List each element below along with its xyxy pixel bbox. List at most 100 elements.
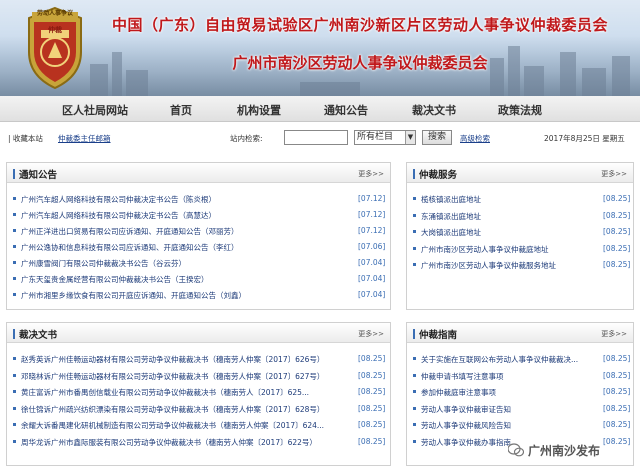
emblem-text-mid: 仲裁: [48, 26, 62, 34]
arbitration-emblem-icon: [28, 6, 82, 90]
list-item[interactable]: 参加仲裁庭审注意事项 [08.25]: [413, 387, 633, 399]
list-item-title[interactable]: 关于实施在互联网公布劳动人事争议仲裁裁决...: [421, 354, 596, 365]
list-item[interactable]: 邓晓林诉广州佳畅运动器材有限公司劳动争议仲裁裁决书（穗南劳人仲案〔2017〕62…: [13, 371, 388, 383]
list-item-title[interactable]: 黄庄富诉广州市番禺创信载业有限公司劳动争议仲裁裁决书（穗南劳人〔2017〕625…: [21, 387, 356, 398]
bullet-icon: [413, 357, 416, 360]
search-button[interactable]: 搜索: [422, 130, 452, 145]
list-item[interactable]: 广州汽车超人网络科技有限公司仲裁决定书公告（陈炎根） [07.12]: [13, 194, 388, 206]
list-item[interactable]: 大岗镇派出庭地址 [08.25]: [413, 227, 633, 239]
list-item-title[interactable]: 徐仕锦诉广州疏兴纺织漂染有限公司劳动争议仲裁裁决书（穗南劳人仲案〔2017〕62…: [21, 404, 356, 415]
list-item-title[interactable]: 广东天玺贵金属经营有限公司仲裁裁决书公告（王揆宏）: [21, 274, 356, 285]
bullet-icon: [13, 213, 16, 216]
list-item-title[interactable]: 广州市南沙区劳动人事争议仲裁服务地址: [421, 260, 596, 271]
list-item[interactable]: 广州市南沙区劳动人事争议仲裁庭地址 [08.25]: [413, 244, 633, 256]
skyline-building: [300, 82, 360, 96]
site-title-line2: 广州市南沙区劳动人事争议仲裁委员会: [232, 54, 488, 72]
bullet-icon: [13, 373, 16, 377]
list-item[interactable]: 东涌镇派出庭地址 [08.25]: [413, 211, 633, 223]
list-item[interactable]: 广州市南沙区劳动人事争议仲裁服务地址 [08.25]: [413, 260, 633, 272]
list-item[interactable]: 广州市湘里乡缘饮食有限公司开庭应诉通知、开庭通知公告（刘鑫） [07.04]: [13, 290, 388, 302]
nav-item-organization[interactable]: 机构设置: [237, 102, 281, 118]
list-item-title[interactable]: 仲裁申请书填写注意事项: [421, 371, 596, 382]
list-item[interactable]: 赵秀英诉广州佳畅运动器材有限公司劳动争议仲裁裁决书（穗南劳人仲案〔2017〕62…: [13, 354, 388, 366]
list-item-title[interactable]: 广州汽车超人网络科技有限公司仲裁决定书公告（陈炎根）: [21, 194, 356, 205]
rulings-more-link[interactable]: 更多>>: [358, 329, 384, 339]
bullet-icon: [413, 263, 416, 266]
emblem-text-top: 劳动人事争议: [36, 10, 73, 17]
list-item[interactable]: 劳动人事争议仲裁风险告知 [08.25]: [413, 420, 633, 432]
list-item[interactable]: 黄庄富诉广州市番禺创信载业有限公司劳动争议仲裁裁决书（穗南劳人〔2017〕625…: [13, 387, 388, 399]
list-item-title[interactable]: 大岗镇派出庭地址: [421, 227, 596, 238]
advanced-search-link[interactable]: 高级检索: [460, 133, 490, 144]
nav-item-notices[interactable]: 通知公告: [324, 102, 368, 118]
services-panel: 仲裁服务 更多>> 榄核镇派出庭地址 [08.25] 东涌镇派出庭地址 [08.25]…: [406, 162, 634, 310]
list-item[interactable]: 关于实施在互联网公布劳动人事争议仲裁裁决... [08.25]: [413, 354, 633, 366]
bullet-icon: [413, 213, 416, 217]
bullet-icon: [13, 197, 16, 200]
category-select[interactable]: 所有栏目 ▼: [354, 130, 416, 145]
site-title-line1: 中国（广东）自由贸易试验区广州南沙新区片区劳动人事争议仲裁委员会: [111, 16, 608, 34]
bullet-icon: [13, 390, 16, 393]
bullet-icon: [13, 357, 16, 360]
services-header: 仲裁服务 更多>>: [407, 163, 633, 183]
bookmark-link[interactable]: | 收藏本站: [8, 133, 43, 144]
bullet-icon: [413, 246, 416, 250]
list-item-title[interactable]: 广州市湘里乡缘饮食有限公司开庭应诉通知、开庭通知公告（刘鑫）: [21, 290, 356, 301]
list-item-title[interactable]: 广州公逸协和信息科技有限公司应诉通知、开庭通知公告（李红）: [21, 242, 356, 253]
list-item-title[interactable]: 广州市南沙区劳动人事争议仲裁庭地址: [421, 244, 596, 255]
list-item-date: [08.25]: [603, 354, 631, 363]
list-item-date: [08.25]: [603, 210, 631, 220]
list-item-title[interactable]: 东涌镇派出庭地址: [421, 211, 596, 222]
list-item-title[interactable]: 广州正洋进出口贸易有限公司应诉通知、开庭通知公告（邓丽芳）: [21, 226, 356, 237]
notices-more-link[interactable]: 更多>>: [358, 169, 384, 179]
list-item-title[interactable]: 劳动人事争议仲裁风险告知: [421, 420, 596, 431]
list-item[interactable]: 劳动人事争议仲裁审证告知 [08.25]: [413, 404, 633, 416]
nav-item-bureau-site[interactable]: 区人社局网站: [62, 102, 128, 118]
nav-item-home[interactable]: 首页: [170, 102, 192, 118]
bullet-icon: [13, 439, 16, 443]
nav-item-rulings[interactable]: 裁决文书: [412, 102, 456, 118]
list-item-date: [08.25]: [358, 403, 386, 413]
list-item[interactable]: 周华龙诉广州市鑫际服装有限公司劳动争议仲裁裁决书（穗南劳人仲案〔2017〕622…: [13, 437, 388, 449]
search-input[interactable]: [284, 130, 348, 145]
list-item-title[interactable]: 广州汽车超人网络科技有限公司仲裁决定书公告（高慧达）: [21, 210, 356, 221]
list-item-date: [08.25]: [603, 370, 631, 380]
bullet-icon: [413, 197, 416, 200]
list-item-title[interactable]: 周华龙诉广州市鑫际服装有限公司劳动争议仲裁裁决书（穗南劳人仲案〔2017〕622…: [21, 437, 356, 448]
list-item-title[interactable]: 邓晓林诉广州佳畅运动器材有限公司劳动争议仲裁裁决书（穗南劳人仲案〔2017〕62…: [21, 371, 356, 382]
list-item-title[interactable]: 劳动人事争议仲裁审证告知: [421, 404, 596, 415]
bullet-icon: [413, 390, 416, 393]
list-item-title[interactable]: 赵秀英诉广州佳畅运动器材有限公司劳动争议仲裁裁决书（穗南劳人仲案〔2017〕62…: [21, 354, 356, 365]
list-item[interactable]: 广州公逸协和信息科技有限公司应诉通知、开庭通知公告（李红） [07.06]: [13, 242, 388, 254]
list-item-title[interactable]: 广州康雪阀门有限公司仲裁裁决书公告（谷云芬）: [21, 258, 356, 269]
director-mail-link[interactable]: 仲裁委主任邮箱: [58, 133, 111, 144]
list-item[interactable]: 榄核镇派出庭地址 [08.25]: [413, 194, 633, 206]
services-more-link[interactable]: 更多>>: [601, 169, 627, 179]
list-item[interactable]: 广东天玺贵金属经营有限公司仲裁裁决书公告（王揆宏） [07.04]: [13, 274, 388, 286]
wechat-icon: [508, 443, 524, 457]
list-item-title[interactable]: 参加仲裁庭审注意事项: [421, 387, 596, 398]
list-item[interactable]: 广州康雪阀门有限公司仲裁裁决书公告（谷云芬） [07.04]: [13, 258, 388, 270]
utility-bar: | 收藏本站 仲裁委主任邮箱 站内检索: 所有栏目 ▼ 搜索 高级检索 2017…: [8, 128, 632, 148]
list-item-title[interactable]: 榄核镇派出庭地址: [421, 194, 596, 205]
list-item-date: [07.06]: [358, 242, 386, 251]
main-nav: 区人社局网站 首页 机构设置 通知公告 裁决文书 政策法规: [0, 96, 640, 122]
category-select-value: 所有栏目: [357, 132, 394, 142]
guide-more-link[interactable]: 更多>>: [601, 329, 627, 339]
list-item[interactable]: 广州汽车超人网络科技有限公司仲裁决定书公告（高慧达） [07.12]: [13, 210, 388, 222]
bullet-icon: [13, 293, 16, 296]
list-item[interactable]: 仲裁申请书填写注意事项 [08.25]: [413, 371, 633, 383]
list-item-date: [08.25]: [358, 436, 386, 446]
notices-panel: 通知公告 更多>> 广州汽车超人网络科技有限公司仲裁决定书公告（陈炎根） [07.…: [6, 162, 391, 310]
list-item-date: [07.12]: [358, 194, 386, 203]
list-item-date: [07.12]: [358, 210, 386, 219]
list-item-title[interactable]: 余耀大诉番禺建化研机械制造有限公司劳动争议仲裁裁决书（穗南劳人仲案〔2017〕6…: [21, 420, 356, 431]
list-item[interactable]: 余耀大诉番禺建化研机械制造有限公司劳动争议仲裁裁决书（穗南劳人仲案〔2017〕6…: [13, 420, 388, 432]
list-item[interactable]: 徐仕锦诉广州疏兴纺织漂染有限公司劳动争议仲裁裁决书（穗南劳人仲案〔2017〕62…: [13, 404, 388, 416]
list-item-date: [07.04]: [358, 274, 386, 283]
list-item-date: [08.25]: [358, 370, 386, 380]
bullet-icon: [13, 406, 16, 410]
list-item-date: [08.25]: [358, 420, 386, 429]
nav-item-policies[interactable]: 政策法规: [498, 102, 542, 118]
list-item[interactable]: 广州正洋进出口贸易有限公司应诉通知、开庭通知公告（邓丽芳） [07.12]: [13, 226, 388, 238]
